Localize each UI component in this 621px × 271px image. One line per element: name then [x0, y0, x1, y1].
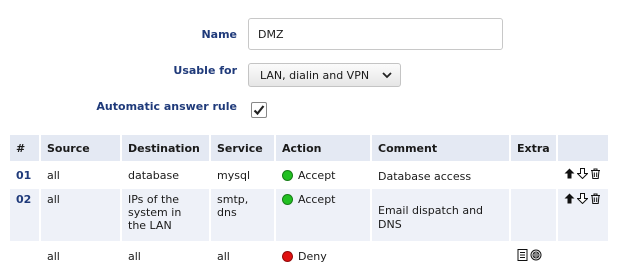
table-row[interactable]: 01 all database mysql Accept Database ac…	[10, 161, 608, 189]
arrow-down-icon[interactable]	[576, 168, 588, 179]
row-extra	[510, 189, 558, 241]
table-row[interactable]: all all all Deny	[10, 241, 608, 271]
row-number: 02	[10, 189, 41, 241]
status-dot-icon	[282, 194, 293, 205]
action-label: Deny	[298, 250, 327, 263]
header-service: Service	[210, 135, 276, 161]
service-text: smtp, dns	[217, 193, 249, 219]
row-destination: all	[121, 241, 210, 271]
header-source: Source	[40, 135, 122, 161]
status-dot-icon	[282, 251, 293, 262]
status-dot-icon	[282, 170, 293, 181]
arrow-up-icon[interactable]	[564, 168, 575, 179]
settings-icon[interactable]	[530, 249, 542, 261]
automatic-answer-rule-checkbox[interactable]	[251, 102, 267, 118]
header-action: Action	[275, 135, 372, 161]
action-label: Accept	[298, 193, 336, 206]
row-comment: Database access	[371, 161, 510, 189]
row-extra	[510, 241, 557, 271]
header-actions	[556, 135, 608, 161]
arrow-down-icon[interactable]	[576, 193, 588, 204]
header-destination: Destination	[121, 135, 211, 161]
name-label: Name	[201, 28, 237, 41]
arrow-up-icon[interactable]	[564, 193, 575, 204]
row-destination: database	[121, 161, 210, 189]
row-actions	[556, 189, 608, 241]
name-input[interactable]	[248, 18, 503, 50]
header-comment: Comment	[371, 135, 511, 161]
usable-for-value: LAN, dialin and VPN	[260, 68, 370, 82]
row-destination: IPs of the system in the LAN	[121, 189, 211, 241]
usable-for-label: Usable for	[173, 64, 237, 77]
automatic-answer-rule-label: Automatic answer rule	[96, 100, 237, 113]
table-row[interactable]: 02 all IPs of the system in the LAN smtp…	[10, 189, 608, 241]
row-service: mysql	[210, 161, 275, 189]
row-number	[10, 241, 40, 271]
row-source: all	[40, 161, 121, 189]
row-actions	[556, 161, 608, 189]
trash-icon[interactable]	[590, 168, 601, 179]
row-service: all	[210, 241, 275, 271]
row-source: all	[40, 241, 121, 271]
row-action: Accept	[275, 189, 372, 241]
comment-text: Email dispatch and DNS	[378, 204, 484, 231]
usable-for-select[interactable]: LAN, dialin and VPN	[248, 63, 401, 87]
row-comment: Email dispatch and DNS	[371, 189, 511, 241]
log-icon[interactable]	[517, 249, 528, 261]
row-source: all	[40, 189, 122, 241]
row-number: 01	[10, 161, 40, 189]
trash-icon[interactable]	[590, 193, 601, 204]
destination-text: IPs of the system in the LAN	[128, 193, 182, 232]
row-comment	[371, 241, 510, 271]
row-service: smtp, dns	[210, 189, 276, 241]
table-header-row: # Source Destination Service Action Comm…	[10, 135, 608, 161]
chevron-down-icon	[382, 72, 392, 79]
action-label: Accept	[298, 169, 336, 182]
rules-table: # Source Destination Service Action Comm…	[10, 135, 609, 271]
header-extra: Extra	[510, 135, 558, 161]
row-action: Deny	[275, 241, 371, 271]
header-number: #	[10, 135, 41, 161]
row-actions	[556, 241, 608, 271]
row-extra	[510, 161, 557, 189]
row-action: Accept	[275, 161, 371, 189]
checkmark-icon	[253, 105, 265, 116]
